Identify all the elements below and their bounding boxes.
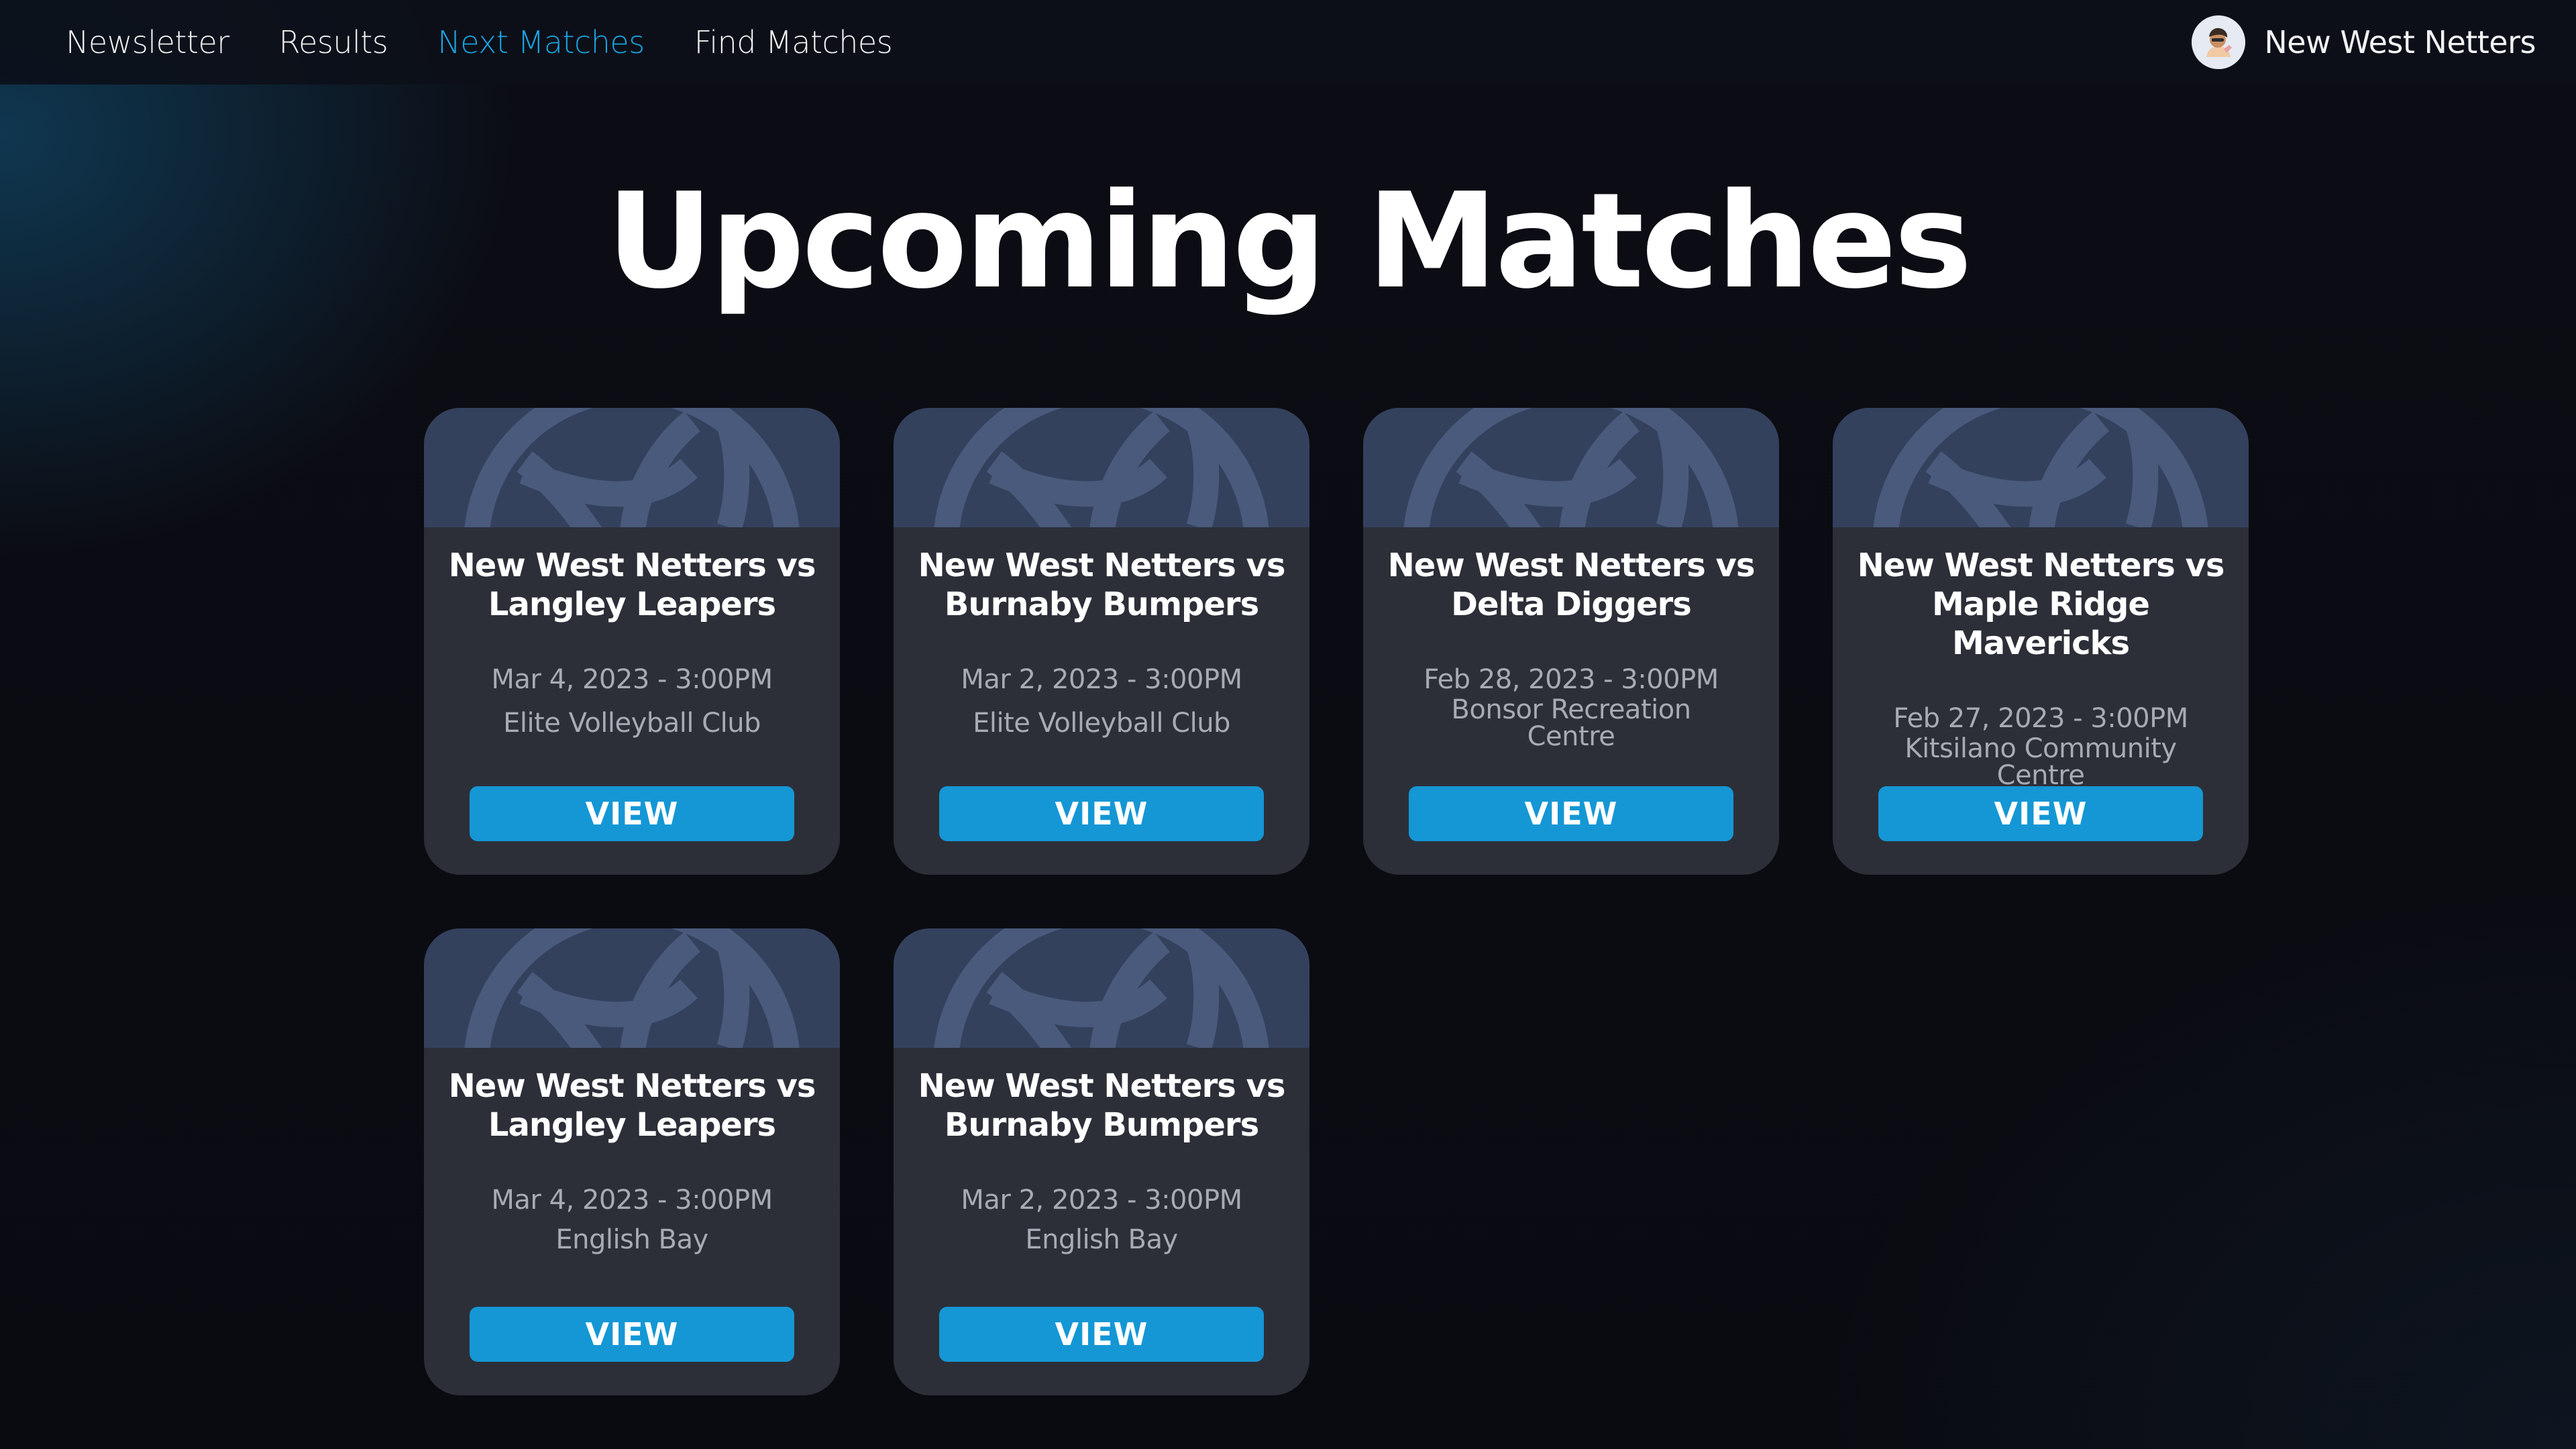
match-venue: Elite Volleyball Club	[973, 708, 1230, 739]
match-title: New West Netters vs Langley Leapers	[448, 547, 816, 623]
nav-link-results[interactable]: Results	[279, 24, 388, 60]
match-venue: Bonsor Recreation Centre	[1451, 694, 1691, 752]
view-button[interactable]: VIEW	[939, 786, 1264, 841]
top-navigation: Newsletter Results Next Matches Find Mat…	[0, 0, 2576, 85]
nav-link-find-matches[interactable]: Find Matches	[694, 24, 893, 60]
match-card: New West Netters vs Burnaby Bumpers Mar …	[894, 928, 1309, 1395]
match-card: New West Netters vs Langley Leapers Mar …	[424, 928, 840, 1395]
volleyball-icon	[1833, 408, 2249, 527]
match-title: New West Netters vs Langley Leapers	[448, 1067, 816, 1144]
view-button[interactable]: VIEW	[470, 786, 794, 841]
view-button[interactable]: VIEW	[470, 1307, 794, 1362]
nav-link-newsletter[interactable]: Newsletter	[66, 24, 229, 60]
match-card: New West Netters vs Burnaby Bumpers Mar …	[894, 408, 1309, 875]
view-button[interactable]: VIEW	[1409, 786, 1733, 841]
match-venue: Elite Volleyball Club	[503, 708, 761, 739]
volleyball-icon	[1363, 408, 1779, 527]
volleyball-icon	[424, 408, 840, 527]
account-menu[interactable]: New West Netters	[2192, 15, 2536, 69]
match-card: New West Netters vs Delta Diggers Feb 28…	[1363, 408, 1779, 875]
match-datetime: Mar 4, 2023 - 3:00PM	[491, 664, 773, 695]
nav-links: Newsletter Results Next Matches Find Mat…	[66, 24, 2192, 60]
match-title: New West Netters vs Burnaby Bumpers	[918, 1067, 1286, 1144]
volleyball-icon	[894, 408, 1309, 527]
match-title: New West Netters vs Maple Ridge Maverick…	[1857, 547, 2225, 662]
view-button[interactable]: VIEW	[1878, 786, 2203, 841]
match-title: New West Netters vs Delta Diggers	[1387, 547, 1756, 623]
match-venue: English Bay	[1025, 1224, 1178, 1255]
match-datetime: Feb 27, 2023 - 3:00PM	[1893, 703, 2188, 734]
match-datetime: Feb 28, 2023 - 3:00PM	[1424, 664, 1719, 695]
match-card: New West Netters vs Maple Ridge Maverick…	[1833, 408, 2249, 875]
view-button[interactable]: VIEW	[939, 1307, 1264, 1362]
account-name: New West Netters	[2264, 24, 2536, 60]
nav-link-next-matches[interactable]: Next Matches	[437, 24, 645, 60]
page-title: Upcoming Matches	[606, 165, 1972, 318]
match-grid: New West Netters vs Langley Leapers Mar …	[424, 408, 2249, 1395]
user-avatar-icon	[2192, 15, 2246, 69]
match-datetime: Mar 4, 2023 - 3:00PM	[491, 1185, 773, 1216]
match-venue: Kitsilano Community Centre	[1904, 733, 2177, 791]
match-card: New West Netters vs Langley Leapers Mar …	[424, 408, 840, 875]
volleyball-icon	[424, 928, 840, 1048]
volleyball-icon	[894, 928, 1309, 1048]
match-datetime: Mar 2, 2023 - 3:00PM	[961, 664, 1242, 695]
match-datetime: Mar 2, 2023 - 3:00PM	[961, 1185, 1242, 1216]
match-venue: English Bay	[555, 1224, 708, 1255]
match-title: New West Netters vs Burnaby Bumpers	[918, 547, 1286, 623]
